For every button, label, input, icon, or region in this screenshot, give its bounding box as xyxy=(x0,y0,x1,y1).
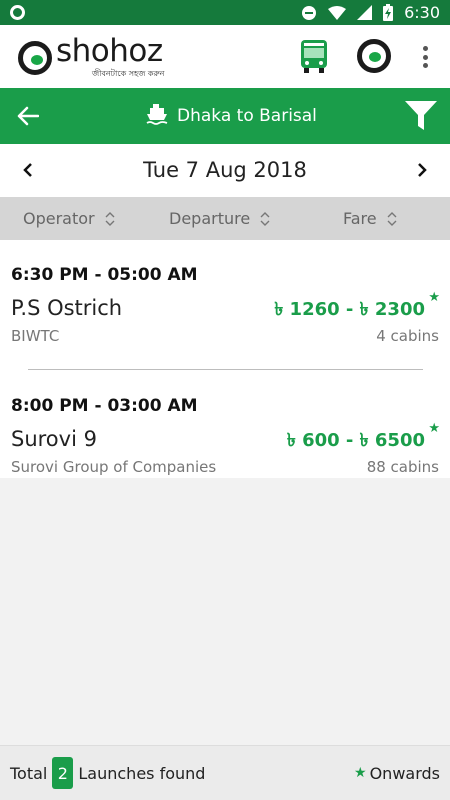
status-time: 6:30 xyxy=(404,3,440,22)
ship-icon xyxy=(145,102,169,130)
launch-name: Surovi 9 xyxy=(11,427,97,451)
results-footer: Total 2 Launches found ★ Onwards xyxy=(0,745,450,800)
launch-cabins: 4 cabins xyxy=(376,327,439,345)
sort-caret-icon xyxy=(387,211,397,227)
status-icons: 6:30 xyxy=(301,3,440,22)
more-vertical-icon[interactable] xyxy=(418,43,432,71)
onwards-legend: ★ Onwards xyxy=(354,764,440,783)
launches-found-label: Launches found xyxy=(78,763,206,783)
sort-fare-label: Fare xyxy=(343,209,377,228)
battery-charging-icon xyxy=(383,4,394,21)
app-header: shohoz জীবনটাকে সহজ করুন xyxy=(0,25,450,88)
shohoz-logo-icon[interactable] xyxy=(357,39,391,73)
filter-icon[interactable] xyxy=(404,100,440,132)
route-title-text: Dhaka to Barisal xyxy=(177,106,317,126)
back-arrow-icon[interactable] xyxy=(14,100,42,132)
sort-bar: Operator Departure Fare xyxy=(0,197,450,240)
logo-text: shohoz xyxy=(56,33,163,69)
sort-caret-icon xyxy=(105,211,115,227)
launch-card[interactable]: 8:00 PM - 03:00 AM Surovi 9 Surovi Group… xyxy=(0,371,450,501)
sort-operator-label: Operator xyxy=(23,209,95,228)
logo-tagline: জীবনটাকে সহজ করুন xyxy=(92,69,165,78)
launch-fare: ৳ 1260 - ৳ 2300 xyxy=(274,299,425,320)
date-selector: Tue 7 Aug 2018 xyxy=(0,144,450,197)
launch-name: P.S Ostrich xyxy=(11,296,123,320)
results-count-badge: 2 xyxy=(52,757,74,789)
launch-time: 8:00 PM - 03:00 AM xyxy=(11,396,198,416)
launch-cabins: 88 cabins xyxy=(366,458,439,476)
launch-card[interactable]: 6:30 PM - 05:00 AM P.S Ostrich BIWTC ৳ 1… xyxy=(0,240,450,370)
total-label: Total xyxy=(10,763,48,783)
launch-time: 6:30 PM - 05:00 AM xyxy=(11,265,198,285)
route-title: Dhaka to Barisal xyxy=(145,88,317,144)
minus-circle-icon xyxy=(301,5,317,21)
launch-fare: ৳ 600 - ৳ 6500 xyxy=(286,430,425,451)
divider xyxy=(28,369,423,370)
wifi-icon xyxy=(328,5,347,20)
route-toolbar: Dhaka to Barisal xyxy=(0,88,450,144)
sort-caret-icon xyxy=(260,211,270,227)
sort-fare[interactable]: Fare xyxy=(343,197,397,240)
star-icon: ★ xyxy=(428,290,440,305)
status-bar: 6:30 xyxy=(0,0,450,25)
signal-icon xyxy=(357,5,373,20)
shohoz-logo[interactable]: shohoz জীবনটাকে সহজ করুন xyxy=(18,33,178,81)
bus-icon[interactable] xyxy=(298,38,330,74)
star-icon: ★ xyxy=(354,765,367,781)
launch-operator: BIWTC xyxy=(11,327,60,345)
star-icon: ★ xyxy=(428,421,440,436)
sort-operator[interactable]: Operator xyxy=(23,197,115,240)
onwards-label: Onwards xyxy=(369,763,440,783)
selected-date: Tue 7 Aug 2018 xyxy=(143,158,307,182)
shohoz-logo-mark-icon xyxy=(18,41,52,75)
sort-departure-label: Departure xyxy=(169,209,251,228)
launch-operator: Surovi Group of Companies xyxy=(11,458,217,476)
notification-icon xyxy=(10,5,25,20)
launch-results-list: 6:30 PM - 05:00 AM P.S Ostrich BIWTC ৳ 1… xyxy=(0,240,450,478)
next-day-chevron-icon[interactable] xyxy=(408,156,436,184)
sort-departure[interactable]: Departure xyxy=(169,197,270,240)
